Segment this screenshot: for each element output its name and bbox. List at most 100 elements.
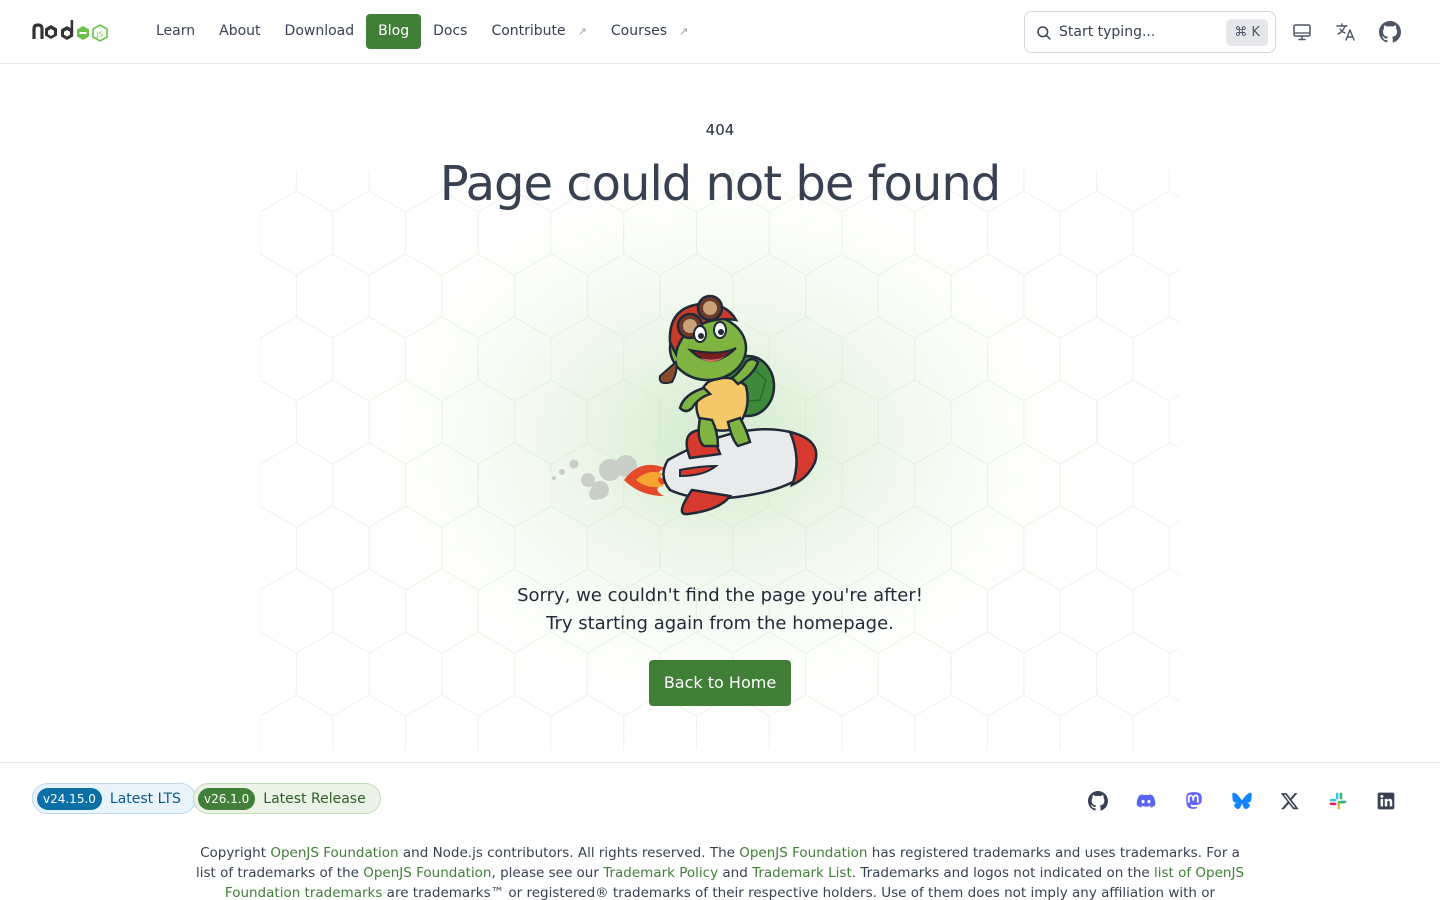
hexagon-cell [405, 316, 479, 402]
hexagon-cell [514, 631, 588, 717]
hexagon-cell [877, 631, 952, 717]
theme-monitor-icon[interactable] [1291, 21, 1313, 43]
hexagon-cell [260, 442, 334, 528]
mastodon-icon[interactable] [1184, 791, 1204, 811]
search-box[interactable]: Start typing... ⌘ K [1024, 11, 1276, 53]
hexagon-cell [332, 316, 406, 402]
nav-item-blog[interactable]: Blog [366, 14, 422, 49]
hexagon-cell [295, 505, 370, 591]
hexagon-cell [441, 505, 516, 591]
site-header: JS Learn About Download Blog Docs Contribute ↗… [0, 0, 1440, 64]
lts-label: Latest LTS [109, 790, 181, 807]
hexagon-cell [441, 379, 516, 465]
hexagon-cell [987, 694, 1061, 750]
hexagon-cell [260, 316, 334, 402]
hexagon-cell [1096, 631, 1170, 717]
discord-icon[interactable] [1136, 791, 1156, 811]
linkedin-icon[interactable] [1376, 791, 1396, 811]
error-message: Sorry, we couldn't find the page you're … [0, 582, 1440, 638]
copyright-text: Copyright OpenJS Foundation and Node.js … [190, 843, 1250, 900]
hexagon-cell [550, 694, 625, 750]
nav-item-contribute[interactable]: Contribute ↗ [479, 14, 598, 49]
hexagon-cell [987, 442, 1061, 528]
hexagon-cell [260, 379, 297, 465]
copyright-part: . Trademarks and logos not indicated on … [851, 865, 1154, 881]
hexagon-cell [260, 694, 334, 750]
nav-item-courses[interactable]: Courses ↗ [599, 14, 700, 49]
hexagon-cell [1023, 379, 1098, 465]
search-icon [1037, 26, 1051, 40]
hexagon-cell [1132, 316, 1180, 402]
nav-item-docs[interactable]: Docs [421, 14, 479, 49]
x-icon[interactable] [1280, 791, 1300, 811]
hexagon-cell [950, 631, 1025, 717]
hexagon-cell [914, 316, 988, 402]
current-version-badge[interactable]: v26.1.0 Latest Release [193, 783, 381, 814]
copyright-part: Copyright [200, 845, 271, 861]
smoke-icon [552, 455, 637, 500]
hexagon-cell [1023, 505, 1098, 591]
language-icon[interactable] [1335, 21, 1357, 43]
hexagon-cell [950, 253, 1025, 339]
hexagon-cell [405, 694, 479, 750]
lts-version-badge[interactable]: v24.15.0 Latest LTS [32, 783, 196, 814]
turtle-rocket-illustration [552, 294, 818, 516]
nav-item-about[interactable]: About [207, 14, 272, 49]
copyright-part: are trademarks™ or registered® trademark… [386, 885, 1216, 900]
hexagon-cell [950, 379, 1025, 465]
nav-item-learn[interactable]: Learn [144, 14, 207, 49]
bluesky-icon[interactable] [1232, 791, 1252, 811]
nav-item-label: Blog [378, 23, 410, 39]
site-footer: v24.15.0 Latest LTS v26.1.0 Latest Relea… [0, 762, 1440, 900]
nav-item-label: About [219, 23, 261, 39]
github-icon[interactable] [1088, 791, 1108, 811]
hexagon-cell [1096, 379, 1170, 465]
hexagon-cell [368, 505, 443, 591]
hexagon-cell [987, 316, 1061, 402]
hexagon-cell [1023, 253, 1098, 339]
hexagon-cell [877, 505, 952, 591]
openjs-foundation-link[interactable]: OpenJS Foundation [739, 845, 867, 861]
svg-text:JS: JS [96, 31, 104, 39]
hexagon-cell [332, 442, 406, 528]
hexagon-cell [441, 631, 516, 717]
search-placeholder: Start typing... [1059, 24, 1156, 40]
hexagon-cell [332, 694, 406, 750]
trademark-policy-link[interactable]: Trademark Policy [603, 865, 718, 881]
hexagon-cell [950, 505, 1025, 591]
openjs-foundation-link[interactable]: OpenJS Foundation [270, 845, 398, 861]
hexagon-cell [1023, 631, 1098, 717]
hexagon-cell [260, 631, 297, 717]
hexagon-cell [877, 253, 952, 339]
current-version: v26.1.0 [198, 787, 256, 810]
nav-item-download[interactable]: Download [273, 14, 367, 49]
hexagon-cell [841, 694, 916, 750]
hexagon-cell [914, 694, 988, 750]
slack-icon[interactable] [1328, 791, 1348, 811]
back-to-home-button[interactable]: Back to Home [649, 660, 791, 706]
hexagon-cell [1096, 505, 1170, 591]
hexagon-cell [877, 379, 952, 465]
nav-item-label: Contribute [491, 23, 566, 39]
error-code: 404 [705, 121, 735, 139]
hexagon-cell [841, 316, 916, 402]
hexagon-cell [1096, 253, 1170, 339]
hexagon-cell [477, 694, 552, 750]
hexagon-cell [260, 505, 297, 591]
hexagon-cell [841, 442, 916, 528]
copyright-part: , please see our [491, 865, 604, 881]
external-link-icon: ↗ [577, 25, 587, 38]
nav-item-label: Learn [156, 23, 196, 39]
hexagon-cell [1132, 694, 1180, 750]
lts-version: v24.15.0 [37, 787, 102, 810]
hexagon-cell [295, 631, 370, 717]
hexagon-cell [368, 379, 443, 465]
github-icon[interactable] [1379, 21, 1401, 43]
openjs-foundation-link[interactable]: OpenJS Foundation [363, 865, 491, 881]
external-link-icon: ↗ [679, 25, 689, 38]
nodejs-logo[interactable]: JS [32, 17, 112, 45]
error-message-line1: Sorry, we couldn't find the page you're … [517, 585, 923, 606]
nav-item-label: Courses [610, 23, 668, 39]
search-shortcut: ⌘ K [1226, 19, 1268, 46]
trademark-list-link[interactable]: Trademark List [752, 865, 852, 881]
